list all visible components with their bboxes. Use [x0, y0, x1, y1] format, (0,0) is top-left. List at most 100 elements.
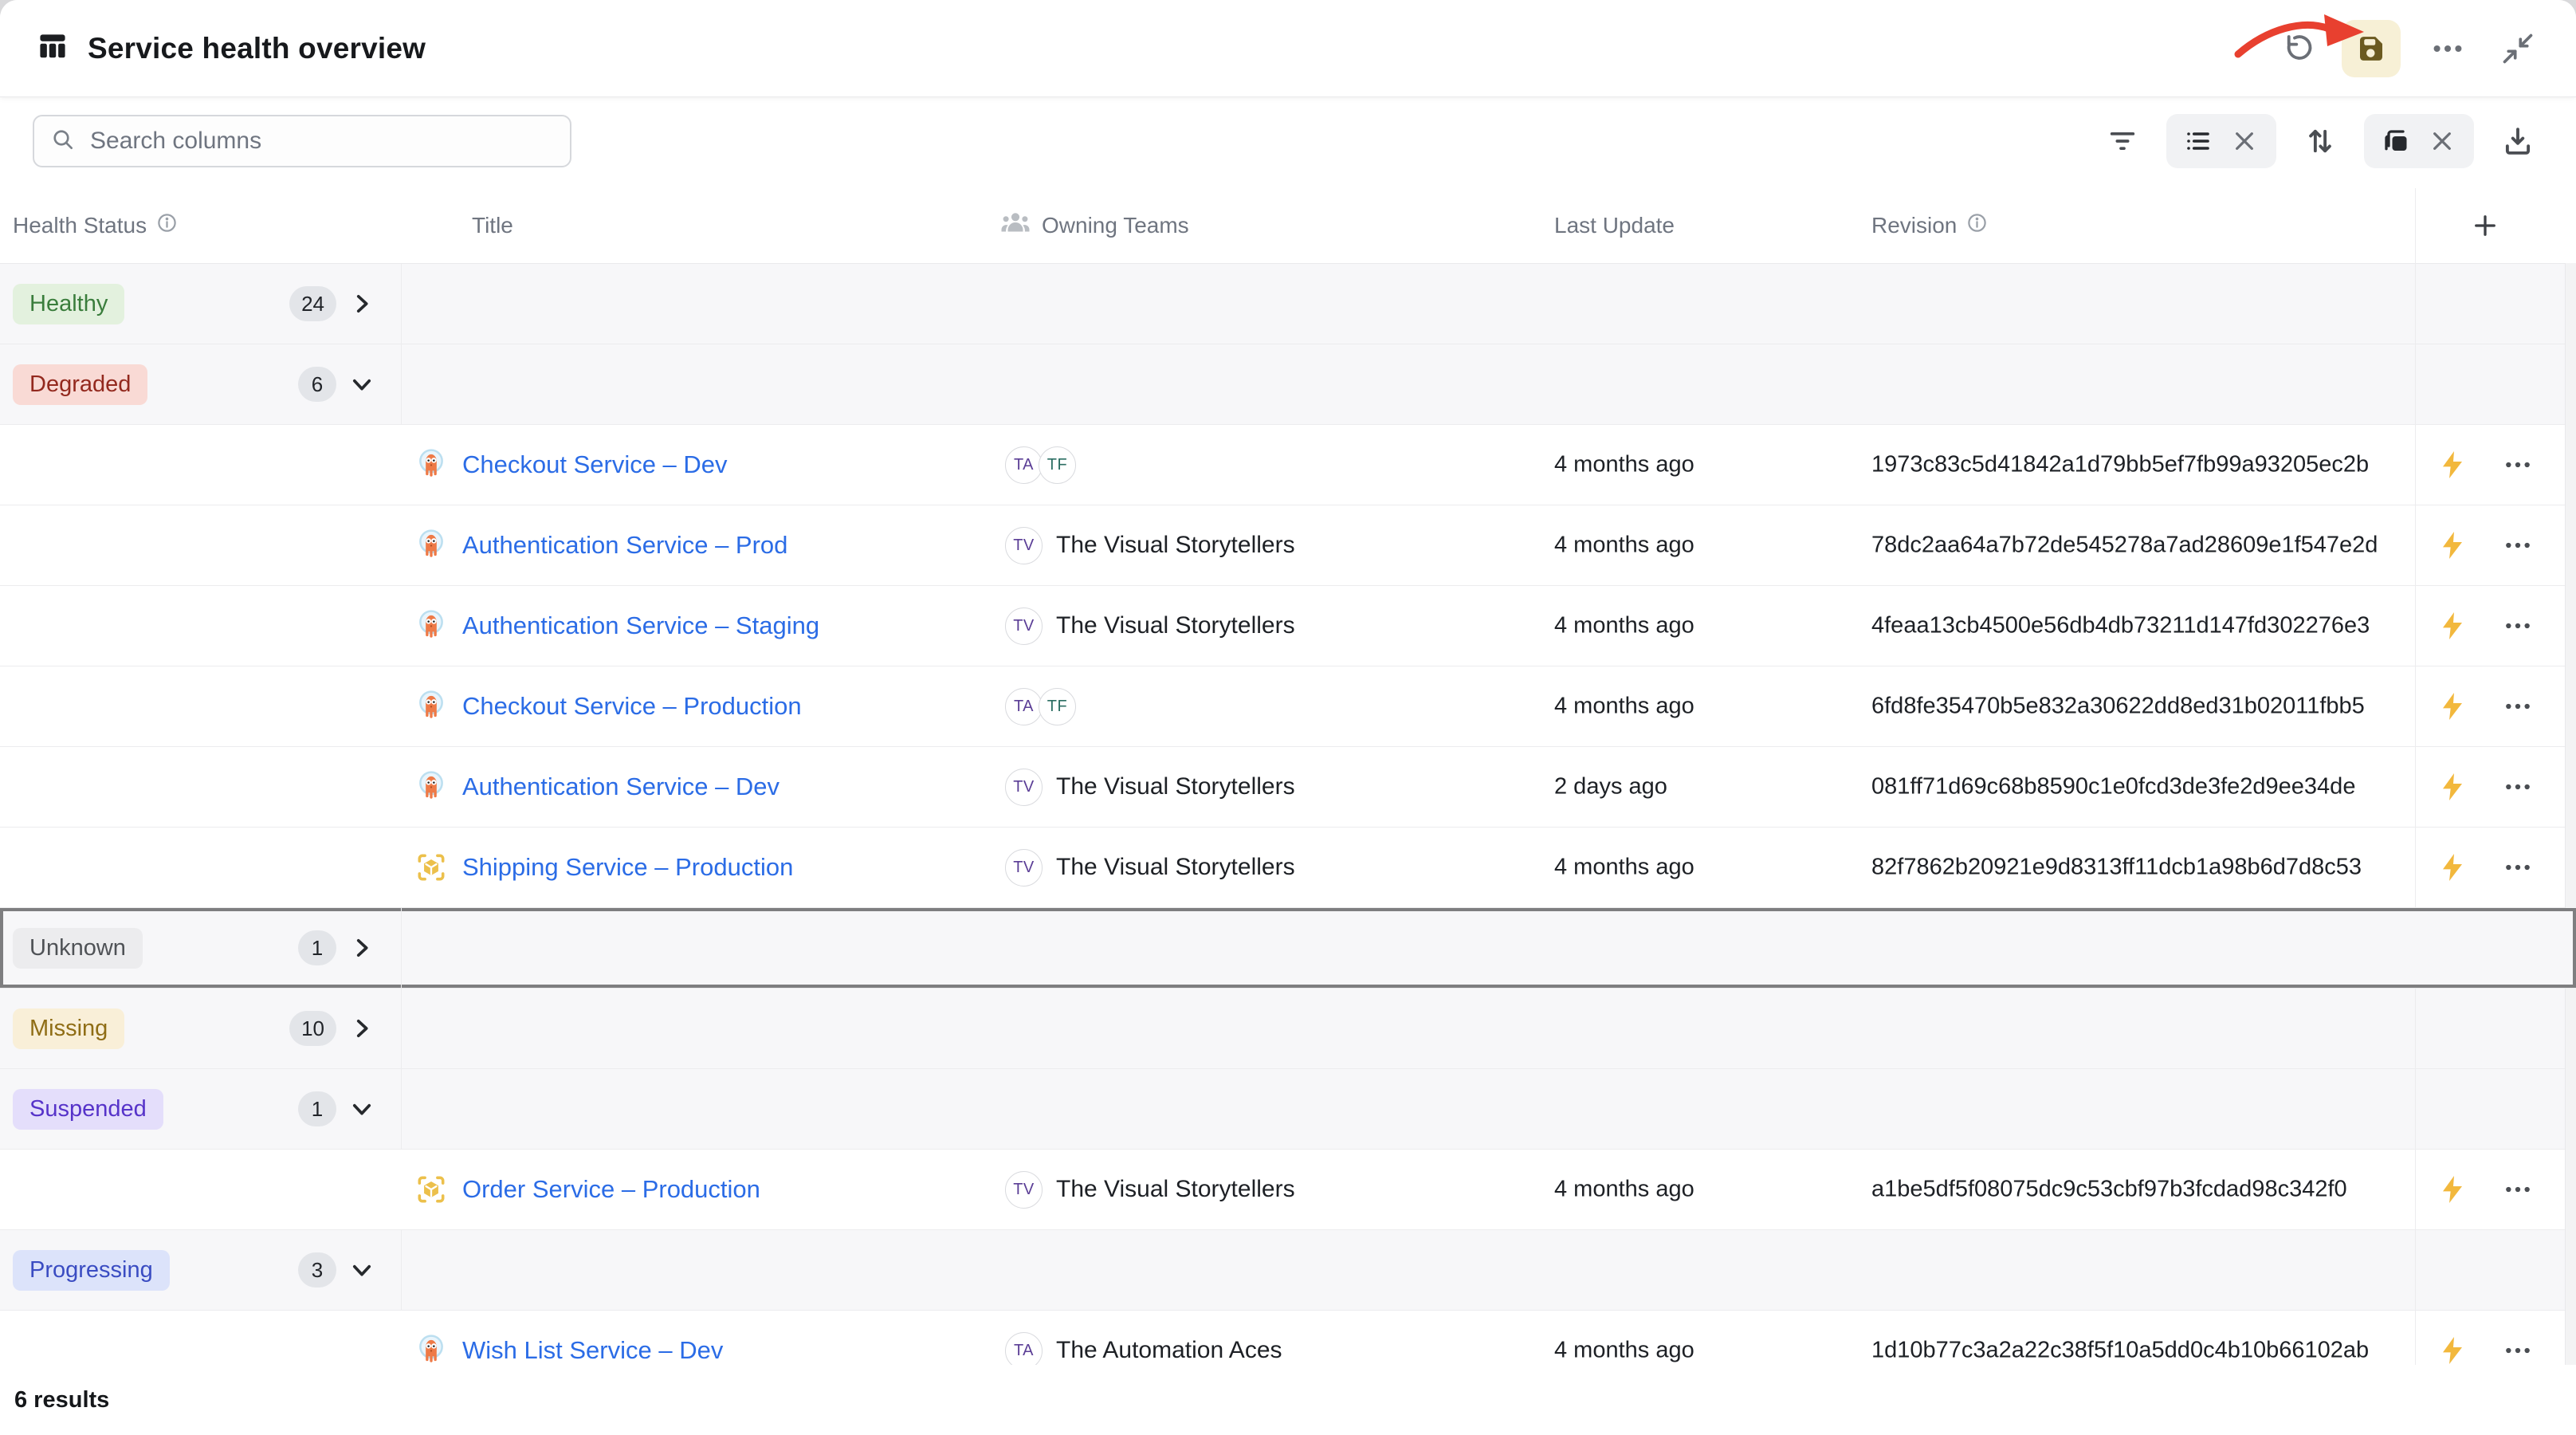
group-row-suspended[interactable]: Suspended1	[0, 1069, 2576, 1150]
chevron-down-icon[interactable]	[348, 1095, 376, 1123]
team-avatar-tv[interactable]: TV	[1005, 769, 1043, 806]
chevron-right-icon[interactable]	[348, 934, 376, 962]
app-bar: Service health overview	[0, 0, 2576, 97]
revision-header-label: Revision	[1871, 213, 1957, 238]
owning-teams-cell: TV The Visual Storytellers	[1005, 1150, 1295, 1229]
chevron-down-icon[interactable]	[348, 370, 376, 399]
column-header-last-update[interactable]: Last Update	[1554, 188, 1675, 263]
save-button[interactable]	[2342, 20, 2401, 77]
vertical-scrollbar[interactable]	[2565, 263, 2576, 1365]
service-title-link[interactable]: Shipping Service – Production	[462, 853, 793, 882]
chevron-down-icon[interactable]	[348, 1256, 376, 1284]
column-header-revision[interactable]: Revision	[1871, 188, 1988, 263]
team-avatar-tv[interactable]: TV	[1005, 849, 1043, 887]
cube-service-icon	[414, 1173, 448, 1206]
info-icon[interactable]	[156, 212, 178, 239]
column-header-owning-teams[interactable]: Owning Teams	[999, 188, 1189, 263]
run-action-lightning-icon[interactable]	[2435, 528, 2470, 563]
team-name: The Visual Storytellers	[1056, 1176, 1295, 1203]
run-action-lightning-icon[interactable]	[2435, 769, 2470, 804]
service-title-link[interactable]: Order Service – Production	[462, 1175, 760, 1204]
revision-hash: 78dc2aa64a7b72de545278a7ad28609e1f547e2d	[1871, 533, 2378, 559]
service-title-link[interactable]: Wish List Service – Dev	[462, 1336, 723, 1365]
team-avatar-tv[interactable]: TV	[1005, 607, 1043, 645]
search-box[interactable]	[33, 115, 571, 167]
team-avatar-tf[interactable]: TF	[1039, 446, 1076, 484]
clear-group-by-icon[interactable]	[2428, 127, 2456, 155]
run-action-lightning-icon[interactable]	[2435, 689, 2470, 724]
column-header-health-status[interactable]: Health Status	[13, 188, 178, 263]
row-menu-button[interactable]	[2500, 608, 2535, 643]
group-row-degraded[interactable]: Degraded6	[0, 344, 2576, 425]
group-by-icon[interactable]	[2382, 127, 2410, 155]
team-avatar-tf[interactable]: TF	[1039, 688, 1076, 725]
service-row: Checkout Service – DevTATF4 months ago19…	[0, 425, 2576, 505]
group-row-missing[interactable]: Missing10	[0, 989, 2576, 1069]
undo-button[interactable]	[2272, 26, 2318, 72]
team-avatar-tv[interactable]: TV	[1005, 1171, 1043, 1209]
results-count: 6 results	[14, 1387, 109, 1413]
group-count-wrap: 3	[298, 1252, 376, 1288]
team-avatar-ta[interactable]: TA	[1005, 446, 1043, 484]
download-button[interactable]	[2495, 118, 2541, 164]
filter-button[interactable]	[2099, 118, 2146, 164]
row-menu-button[interactable]	[2500, 769, 2535, 804]
sort-button[interactable]	[2297, 118, 2343, 164]
add-column-button[interactable]	[2471, 211, 2499, 240]
last-update-value: 4 months ago	[1554, 452, 1694, 478]
owning-teams-cell: TVThe Visual Storytellers	[1005, 505, 1295, 585]
run-action-lightning-icon[interactable]	[2435, 1172, 2470, 1207]
row-menu-button[interactable]	[2500, 850, 2535, 885]
row-menu-button[interactable]	[2500, 528, 2535, 563]
service-title-link[interactable]: Authentication Service – Staging	[462, 611, 819, 640]
health-status-header-label: Health Status	[13, 213, 147, 238]
status-badge-suspended: Suspended	[13, 1089, 163, 1130]
group-count-badge: 24	[289, 286, 336, 321]
team-name: The Automation Aces	[1056, 1337, 1282, 1364]
group-row-progressing[interactable]: Progressing 3	[0, 1230, 2576, 1311]
chevron-right-icon[interactable]	[348, 289, 376, 318]
info-icon[interactable]	[1966, 212, 1988, 239]
status-badge-progressing: Progressing	[13, 1250, 170, 1291]
run-action-lightning-icon[interactable]	[2435, 850, 2470, 885]
group-row-healthy[interactable]: Healthy24	[0, 264, 2576, 344]
clear-list-view-icon[interactable]	[2230, 127, 2259, 155]
service-title-link[interactable]: Checkout Service – Production	[462, 692, 802, 721]
last-update-value: 4 months ago	[1554, 533, 1694, 559]
team-name: The Visual Storytellers	[1056, 854, 1295, 881]
chevron-right-icon[interactable]	[348, 1014, 376, 1043]
octopus-service-icon	[414, 1334, 448, 1365]
revision-hash: 4feaa13cb4500e56db4db73211d147fd302276e3	[1871, 613, 2370, 639]
title-header-label: Title	[472, 213, 513, 238]
group-count-badge: 1	[298, 930, 336, 965]
collapse-widget-button[interactable]	[2495, 26, 2541, 72]
row-menu-button[interactable]	[2500, 1172, 2535, 1207]
column-header-title[interactable]: Title	[472, 188, 513, 263]
run-action-lightning-icon[interactable]	[2435, 608, 2470, 643]
row-menu-button[interactable]	[2500, 1333, 2535, 1365]
actions-column-divider	[2415, 188, 2416, 1365]
revision-hash: 6fd8fe35470b5e832a30622dd8ed31b02011fbb5	[1871, 694, 2365, 720]
group-row-unknown[interactable]: Unknown1	[0, 908, 2576, 989]
team-avatar-ta[interactable]: TA	[1005, 688, 1043, 725]
more-options-button[interactable]	[2425, 26, 2471, 72]
team-avatar-ta[interactable]: TA	[1005, 1332, 1043, 1366]
revision-hash: 82f7862b20921e9d8313ff11dcb1a98b6d7d8c53	[1871, 855, 2362, 881]
service-title-link[interactable]: Checkout Service – Dev	[462, 450, 728, 479]
last-update-value: 4 months ago	[1554, 1338, 1694, 1364]
search-icon	[50, 127, 76, 156]
service-title-link[interactable]: Authentication Service – Dev	[462, 773, 779, 801]
row-menu-button[interactable]	[2500, 689, 2535, 724]
row-actions-cell	[2416, 747, 2554, 827]
list-view-icon[interactable]	[2184, 127, 2213, 155]
group-column-divider	[401, 1230, 402, 1310]
run-action-lightning-icon[interactable]	[2435, 447, 2470, 482]
status-badge-degraded: Degraded	[13, 364, 147, 405]
row-actions-cell	[2416, 505, 2554, 585]
run-action-lightning-icon[interactable]	[2435, 1333, 2470, 1365]
row-menu-button[interactable]	[2500, 447, 2535, 482]
row-actions-cell	[2416, 586, 2554, 666]
search-input[interactable]	[88, 127, 554, 155]
team-avatar-tv[interactable]: TV	[1005, 527, 1043, 564]
service-title-link[interactable]: Authentication Service – Prod	[462, 531, 787, 560]
